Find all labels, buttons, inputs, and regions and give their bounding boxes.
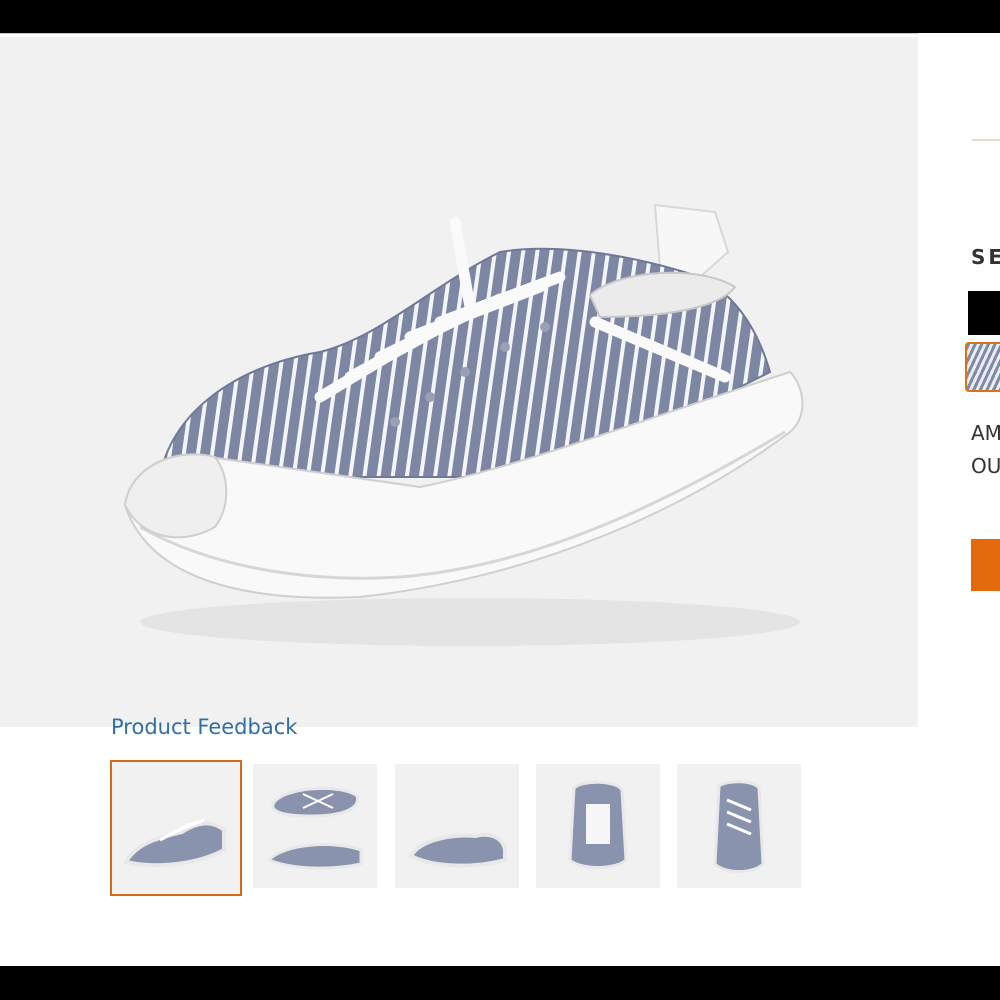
color-swatch-stripe[interactable]	[965, 342, 1000, 392]
thumbnail-image	[568, 780, 628, 869]
thumbnail-back[interactable]	[536, 764, 660, 888]
screen: Product Feedback SE AM OU	[0, 33, 1000, 966]
product-feedback-link[interactable]: Product Feedback	[111, 715, 297, 739]
sneaker-illustration	[123, 203, 804, 646]
thumbnail-top-and-side[interactable]	[253, 764, 377, 888]
toe-cap	[123, 453, 228, 539]
info-line-1: AM	[971, 421, 1000, 445]
thumbnail-image	[266, 786, 363, 870]
color-swatch-black[interactable]	[968, 291, 1000, 335]
thumbnail-image	[122, 818, 226, 868]
product-options-panel: SE AM OU	[918, 33, 1000, 966]
thumbnail-front[interactable]	[677, 764, 801, 888]
thumbnail-image	[713, 780, 765, 873]
select-color-label: SE	[971, 245, 1000, 269]
add-to-cart-button[interactable]	[971, 539, 1000, 591]
top-rule	[0, 33, 1000, 34]
info-line-2: OU	[971, 454, 1000, 478]
thumbnail-image	[408, 832, 507, 868]
divider	[972, 139, 1000, 141]
main-product-image[interactable]	[0, 37, 918, 727]
thumbnail-side-angle[interactable]	[110, 760, 242, 896]
shadow	[140, 598, 800, 646]
thumbnail-side[interactable]	[395, 764, 519, 888]
